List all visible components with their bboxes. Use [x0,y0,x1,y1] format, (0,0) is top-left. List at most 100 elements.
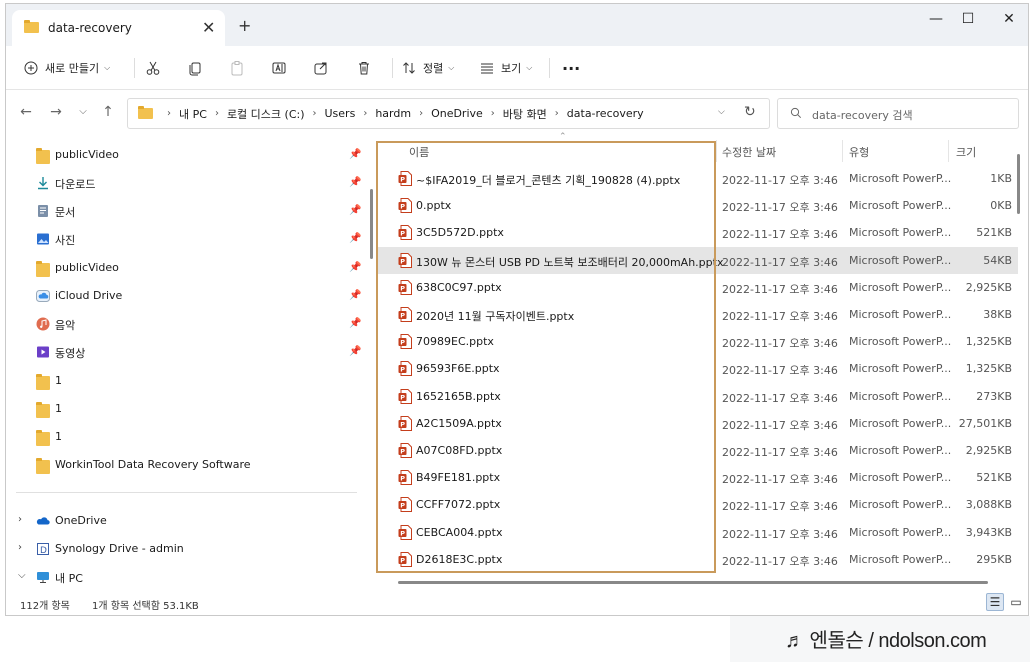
chevron-right-icon[interactable]: › [18,514,22,525]
table-row[interactable]: P A07C08FD.pptx 2022-11-17 오후 3:46 Microsof… [376,437,1018,464]
chevron-down-icon[interactable]: ⌵ [18,570,26,581]
sidebar-item-folder-1[interactable]: 1 [6,395,372,423]
table-row[interactable]: P 96593F6E.pptx 2022-11-17 오후 3:46 Microsof… [376,355,1018,382]
sidebar-item-pictures[interactable]: 사진 📌 [6,225,372,253]
onedrive-icon [36,517,50,525]
minimize-icon[interactable]: — [926,11,946,27]
sidebar-item-publicvideo[interactable]: publicVideo 📌 [6,141,372,169]
file-name: 96593F6E.pptx [416,362,500,376]
column-header-date[interactable]: 수정한 날짜 [722,144,776,160]
view-button[interactable]: 보기 ⌵ [480,46,532,90]
address-bar[interactable]: › 내 PC › 로컬 디스크 (C:) › Users › hardm › O… [127,98,770,129]
table-row[interactable]: P A2C1509A.pptx 2022-11-17 오후 3:46 Microsof… [376,410,1018,437]
tiles-view-icon[interactable]: ▭ [1007,593,1025,611]
cut-button[interactable] [145,46,161,90]
sidebar-tree-label: OneDrive [55,514,107,527]
breadcrumb-item[interactable]: 내 PC [179,106,207,122]
breadcrumb-item[interactable]: 바탕 화면 [503,106,547,122]
breadcrumb-item[interactable]: data-recovery [567,107,644,120]
recent-locations-chevron-icon[interactable]: ⌵ [73,106,93,117]
file-name: CEBCA004.pptx [416,525,503,539]
file-type: Microsoft PowerP... [849,552,952,566]
table-row[interactable]: P 70989EC.pptx 2022-11-17 오후 3:46 Microsoft… [376,328,1018,355]
sidebar-item-downloads[interactable]: 다운로드 📌 [6,169,372,197]
sidebar-item-label: publicVideo [55,261,119,274]
table-row[interactable]: P CCFF7072.pptx 2022-11-17 오후 3:46 Microsof… [376,491,1018,518]
pptx-file-icon: P [398,551,412,567]
file-date: 2022-11-17 오후 3:46 [722,554,838,568]
sidebar-scrollbar[interactable] [370,189,373,259]
breadcrumb-item[interactable]: Users [325,107,356,120]
refresh-icon[interactable]: ↻ [744,104,756,120]
file-size: 2,925KB [965,280,1012,294]
maximize-icon[interactable]: ☐ [958,11,978,27]
sidebar-item-documents[interactable]: 문서 📌 [6,197,372,225]
file-type: Microsoft PowerP... [849,416,952,430]
pptx-file-icon: P [398,279,412,295]
new-tab-icon[interactable]: + [238,16,251,35]
back-arrow-icon[interactable]: ← [16,104,36,120]
toolbar-divider [392,58,393,78]
paste-button[interactable] [229,46,245,90]
sidebar-item-folder-1[interactable]: 1 [6,423,372,451]
breadcrumb-item[interactable]: hardm [375,107,411,120]
column-divider [716,140,717,162]
table-row[interactable]: P D2618E3C.pptx 2022-11-17 오후 3:46 Microsof… [376,546,1018,573]
sidebar-tree-this-pc[interactable]: ⌵ 내 PC [6,563,372,591]
vertical-scrollbar[interactable] [1017,154,1020,214]
share-button[interactable] [313,46,329,90]
search-placeholder: data-recovery 검색 [812,109,913,122]
search-input[interactable]: data-recovery 검색 [777,98,1019,129]
copy-button[interactable] [187,46,203,90]
table-row[interactable]: P 3C5D572D.pptx 2022-11-17 오후 3:46 Microsof… [376,219,1018,246]
sidebar-item-publicvideo[interactable]: publicVideo 📌 [6,254,372,282]
sidebar-item-folder-1[interactable]: 1 [6,367,372,395]
table-row[interactable]: P 2020년 11월 구독자이벤트.pptx 2022-11-17 오후 3:46… [376,301,1018,328]
address-dropdown-icon[interactable]: ⌵ [718,107,725,117]
file-type: Microsoft PowerP... [849,389,952,403]
column-header-name[interactable]: 이름 [409,144,429,160]
table-row[interactable]: P 130W 뉴 몬스터 USB PD 노트북 보조배터리 20,000mAh.p… [376,246,1018,274]
file-date: 2022-11-17 오후 3:46 [722,174,838,187]
new-button[interactable]: 새로 만들기 ⌵ [24,46,110,90]
sidebar-item-videos[interactable]: 동영상 📌 [6,338,372,366]
file-date: 2022-11-17 오후 3:46 [722,201,838,215]
file-size: 27,501KB [958,416,1012,430]
table-row[interactable]: P ~$IFA2019_더 블로거_콘텐츠 기획_190828 (4).pptx 2… [376,165,1018,192]
picture-icon [37,233,49,245]
table-row[interactable]: P 1652165B.pptx 2022-11-17 오후 3:46 Microsof… [376,383,1018,410]
synology-icon: D [37,543,49,556]
sidebar-tree-onedrive[interactable]: › OneDrive [6,507,372,535]
breadcrumb-item[interactable]: 로컬 디스크 (C:) [227,106,305,122]
more-options-button[interactable]: ··· [562,46,580,90]
rename-button[interactable] [271,46,287,90]
table-row[interactable]: P CEBCA004.pptx 2022-11-17 오후 3:46 Microsof… [376,519,1018,546]
pptx-file-icon: P [398,198,412,214]
delete-button[interactable] [356,46,372,90]
svg-text:P: P [400,284,405,292]
up-arrow-icon[interactable]: ↑ [98,104,118,120]
chevron-right-icon[interactable]: › [18,542,22,553]
sidebar-item-icloud-drive[interactable]: iCloud Drive 📌 [6,282,372,310]
tab-close-icon[interactable]: ✕ [202,18,215,37]
column-header-size[interactable]: 크기 [956,144,976,160]
table-row[interactable]: P B49FE181.pptx 2022-11-17 오후 3:46 Microsof… [376,464,1018,491]
column-header-type[interactable]: 유형 [849,144,869,160]
breadcrumb-item[interactable]: OneDrive [431,107,483,120]
tab-data-recovery[interactable]: data-recovery ✕ [12,10,225,46]
table-row[interactable]: P 638C0C97.pptx 2022-11-17 오후 3:46 Microsof… [376,274,1018,301]
music-icon [36,317,50,331]
table-row[interactable]: P 0.pptx 2022-11-17 오후 3:46 Microsoft Power… [376,192,1018,219]
close-window-icon[interactable]: ✕ [999,11,1019,27]
horizontal-scrollbar[interactable] [398,581,988,584]
details-view-icon[interactable]: ☰ [986,593,1004,611]
file-name: A2C1509A.pptx [416,416,502,430]
chevron-down-icon: ⌵ [104,63,111,72]
file-type: Microsoft PowerP... [849,498,952,512]
sort-button[interactable]: 정렬 ⌵ [402,46,454,90]
forward-arrow-icon[interactable]: → [46,104,66,120]
view-button-label: 보기 [501,62,522,75]
sidebar-item-workintool[interactable]: WorkinTool Data Recovery Software [6,451,372,479]
sidebar-tree-synology[interactable]: › D Synology Drive - admin [6,535,372,563]
sidebar-item-music[interactable]: 음악 📌 [6,310,372,338]
